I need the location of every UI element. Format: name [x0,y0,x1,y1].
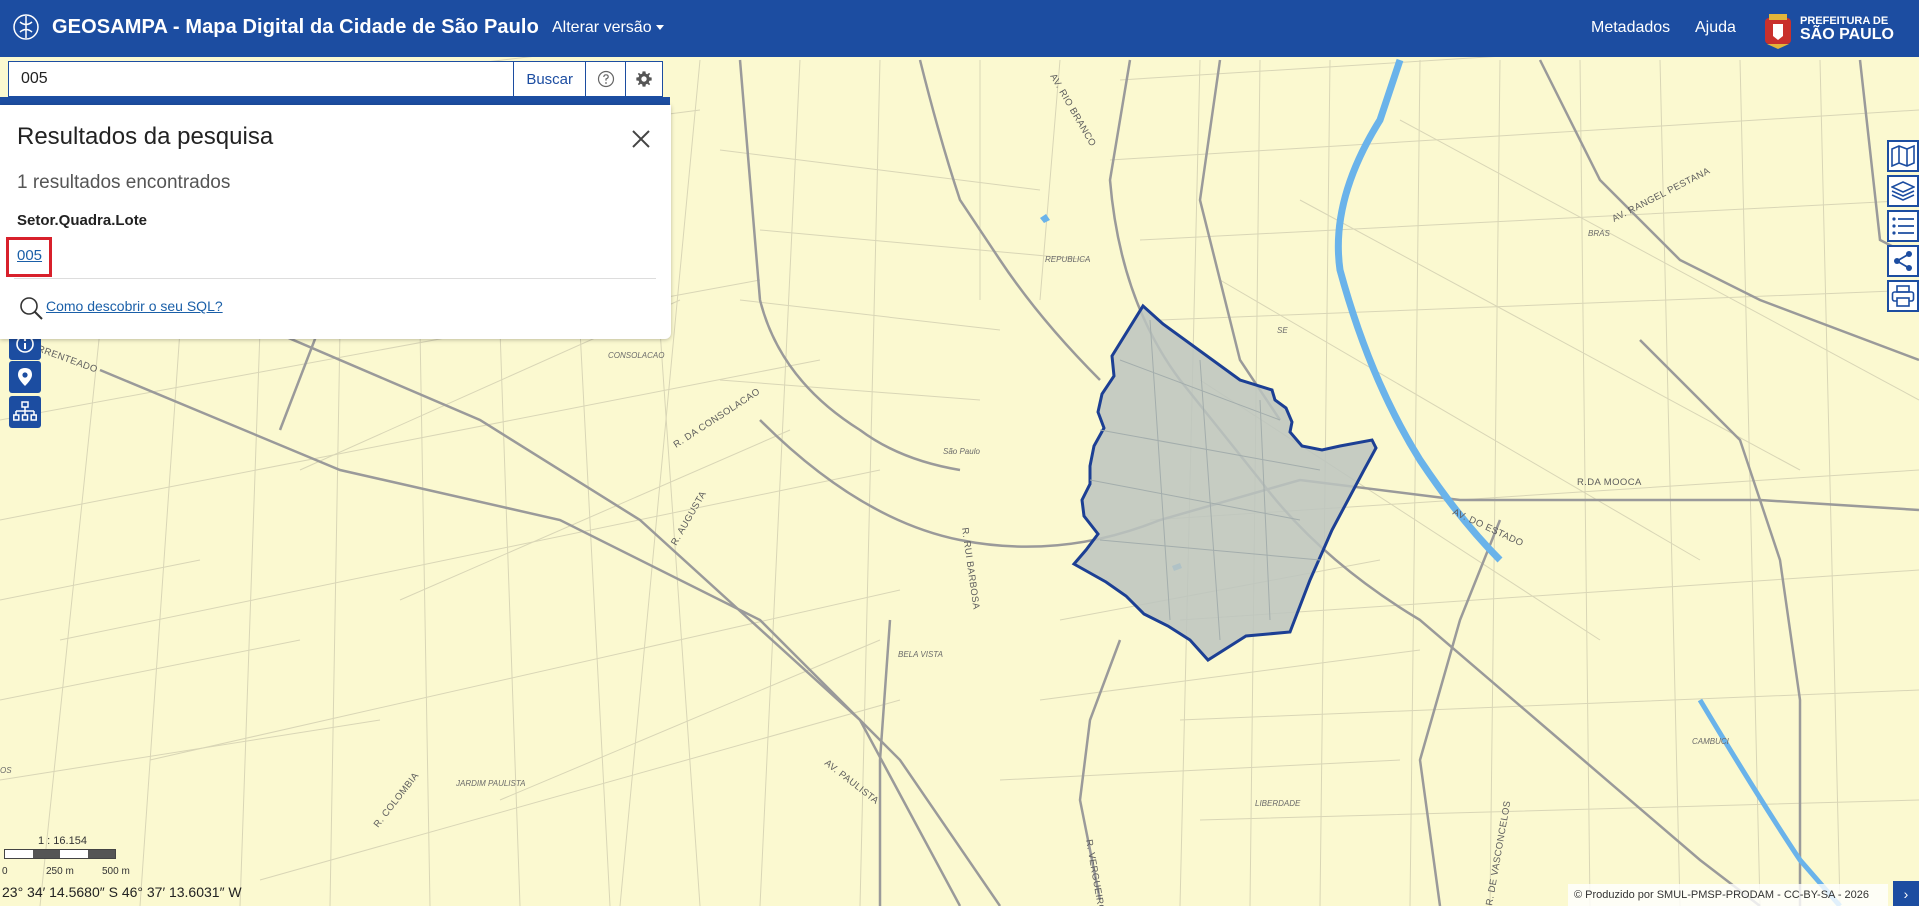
scale-bar [4,849,116,859]
pin-icon [18,368,32,386]
close-icon[interactable] [630,128,652,150]
share-button[interactable] [1887,245,1919,277]
legend-button[interactable] [1887,210,1919,242]
print-button[interactable] [1887,280,1919,312]
gear-icon [636,71,652,87]
results-title: Resultados da pesquisa [17,123,274,150]
scale-ratio: 1 : 16.154 [38,835,87,847]
results-count: 1 resultados encontrados [17,172,231,193]
version-menu-label: Alterar versão [552,19,652,36]
nav-link-metadados[interactable]: Metadados [1591,19,1670,37]
label-se: SE [1277,326,1288,335]
label-sao-paulo: São Paulo [943,447,980,456]
search-results-panel: Resultados da pesquisa 1 resultados enco… [0,105,671,339]
results-group-label: Setor.Quadra.Lote [17,212,148,229]
share-icon [1894,251,1912,271]
map-icon [1891,145,1915,167]
settings-button[interactable] [625,62,662,96]
label-consolacao: CONSOLACAO [608,351,664,360]
label-bras: BRAS [1588,229,1610,238]
label-jardim-paulista: JARDIM PAULISTA [455,779,526,788]
layers-button[interactable] [1887,175,1919,207]
top-bar: GEOSAMPA - Mapa Digital da Cidade de São… [0,0,1919,57]
label-os: OS [0,766,12,775]
print-icon [1891,285,1915,307]
hierarchy-icon [13,401,37,421]
caret-down-icon [655,25,664,31]
location-button[interactable] [9,361,41,393]
layers-icon [1891,181,1915,201]
search-button[interactable]: Buscar [513,62,585,96]
prefeitura-line2: SÃO PAULO [1800,26,1894,43]
version-menu[interactable]: Alterar versão [552,19,664,37]
map-credits: © Produzido por SMUL-PMSP-PRODAM - CC-BY… [1568,884,1888,906]
label-bela-vista: BELA VISTA [898,650,943,659]
nav-link-ajuda[interactable]: Ajuda [1695,19,1736,37]
label-liberdade: LIBERDADE [1255,799,1301,808]
help-button[interactable] [585,62,625,96]
help-circle-icon [597,70,614,88]
scale-tick-500: 500 m [102,866,130,877]
basemap-button[interactable] [1887,140,1919,172]
app-title: GEOSAMPA - Mapa Digital da Cidade de São… [52,16,539,38]
prefeitura-crest-icon[interactable] [1761,12,1795,50]
scale-tick-0: 0 [2,866,8,877]
search-icon [20,297,43,320]
search-panel-strip [0,97,670,105]
result-item-link[interactable]: 005 [17,247,42,264]
geosampa-logo-icon[interactable] [12,13,40,41]
label-republica: REPUBLICA [1045,255,1090,264]
hierarchy-button[interactable] [9,396,41,428]
search-bar: Buscar [8,61,663,97]
how-to-find-sql-link[interactable]: Como descobrir o seu SQL? [46,298,223,314]
label-r-da-mooca: R.DA MOOCA [1577,477,1642,488]
prefeitura-wordmark: PREFEITURA DE SÃO PAULO [1800,16,1894,43]
cursor-coordinates: 23° 34′ 14.5680″ S 46° 37′ 13.6031″ W [2,884,242,900]
expand-attribution-button[interactable]: › [1893,881,1919,906]
label-cambuci: CAMBUCI [1692,737,1730,746]
list-icon [1892,217,1914,235]
scale-tick-250: 250 m [46,866,74,877]
results-divider [14,278,656,279]
search-input[interactable] [9,62,514,96]
